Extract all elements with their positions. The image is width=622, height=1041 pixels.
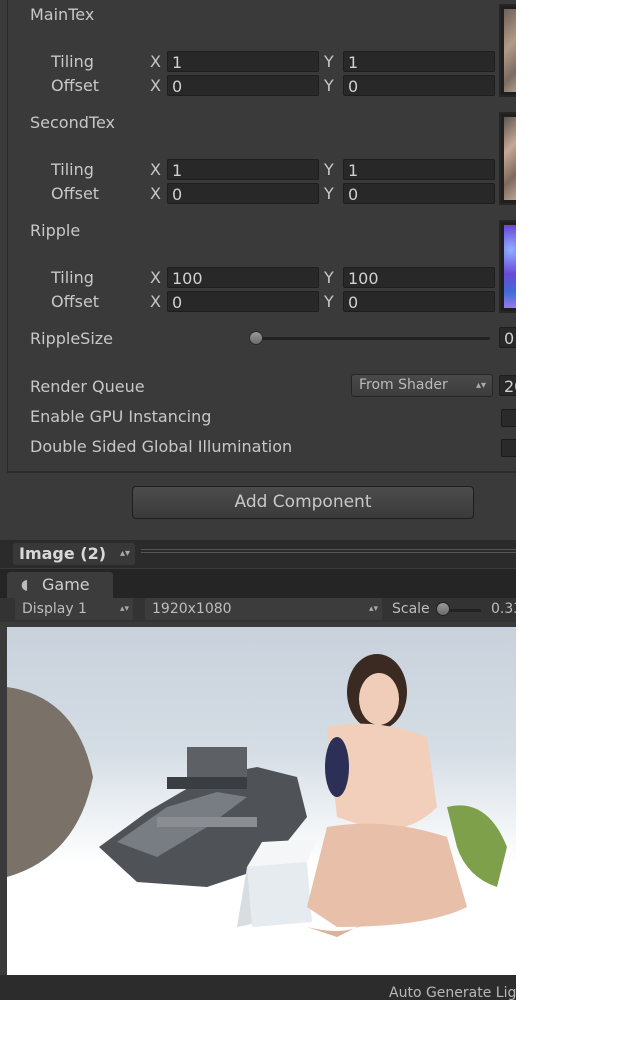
- secondtex-offset-x-axis: X: [150, 184, 161, 203]
- updown-arrow-icon: ▴▾: [119, 604, 129, 614]
- ripplesize-slider-handle[interactable]: [249, 331, 263, 345]
- ripple-tiling-label: Tiling: [51, 268, 94, 287]
- resolution-dropdown[interactable]: 1920x1080 ▴▾: [145, 598, 382, 620]
- ripple-tiling-y-axis: Y: [324, 268, 334, 287]
- resolution-dropdown-value: 1920x1080: [152, 601, 232, 617]
- status-text: Auto Generate Lig: [389, 985, 516, 1000]
- secondtex-offset-label: Offset: [51, 184, 100, 203]
- gpu-instancing-label: Enable GPU Instancing: [30, 407, 212, 426]
- display-dropdown-value: Display 1: [22, 601, 87, 617]
- secondtex-tiling-y-axis: Y: [324, 160, 334, 179]
- ripple-tiling-x-field[interactable]: 100: [167, 267, 319, 288]
- maintex-offset-label: Offset: [51, 76, 100, 95]
- image-section-title-text: Image (2): [19, 544, 107, 563]
- scene-render: [7, 654, 507, 937]
- ripplesize-value-field[interactable]: 0: [499, 327, 516, 348]
- scale-label: Scale: [392, 601, 430, 617]
- maintex-tiling-x-axis: X: [150, 52, 161, 71]
- ripplesize-label: RippleSize: [30, 329, 114, 348]
- gpu-instancing-checkbox[interactable]: [501, 409, 516, 427]
- ripple-offset-y-field[interactable]: 0: [343, 291, 495, 312]
- secondtex-tiling-x-field[interactable]: 1: [167, 159, 319, 180]
- secondtex-offset-x-field[interactable]: 0: [167, 183, 319, 204]
- scale-slider-handle[interactable]: [436, 602, 450, 616]
- ripple-offset-x-field[interactable]: 0: [167, 291, 319, 312]
- render-queue-dropdown[interactable]: From Shader ▴▾: [351, 374, 493, 397]
- divider: [7, 471, 516, 473]
- pacman-icon: ◖: [21, 577, 29, 593]
- tab-game[interactable]: ◖ Game: [7, 572, 113, 598]
- render-queue-dropdown-value: From Shader: [359, 377, 448, 393]
- image-section-title[interactable]: Image (2) ▴▾: [13, 543, 135, 565]
- double-sided-gi-checkbox[interactable]: [501, 439, 516, 457]
- add-component-button[interactable]: Add Component: [132, 486, 474, 519]
- maintex-thumbnail: [504, 9, 516, 92]
- maintex-tiling-y-field[interactable]: 1: [343, 51, 495, 72]
- render-queue-label: Render Queue: [30, 377, 145, 396]
- ripple-offset-x-axis: X: [150, 292, 161, 311]
- updown-arrow-icon: ▴▾: [119, 548, 130, 559]
- maintex-tiling-x-field[interactable]: 1: [167, 51, 319, 72]
- ripple-offset-y-axis: Y: [324, 292, 334, 311]
- ripple-label: Ripple: [30, 221, 81, 240]
- ripplesize-slider-track[interactable]: [254, 337, 490, 340]
- render-queue-value-field[interactable]: 20: [499, 375, 516, 396]
- secondtex-tiling-label: Tiling: [51, 160, 94, 179]
- maintex-offset-y-axis: Y: [324, 76, 334, 95]
- double-sided-gi-label: Double Sided Global Illumination: [30, 437, 293, 456]
- game-viewport[interactable]: [7, 627, 516, 975]
- panel-border: [7, 0, 8, 472]
- updown-arrow-icon: ▴▾: [368, 604, 378, 614]
- maintex-tiling-y-axis: Y: [324, 52, 334, 71]
- maintex-label: MainTex: [30, 5, 95, 24]
- scene-cube: [247, 839, 317, 927]
- maintex-tiling-label: Tiling: [51, 52, 94, 71]
- maintex-offset-x-field[interactable]: 0: [167, 75, 319, 96]
- scale-value: 0.33: [491, 601, 516, 617]
- inspector-panel: MainTex Tiling X 1 Y 1 Offset X 0 Y 0 Se…: [0, 0, 516, 1000]
- maintex-offset-x-axis: X: [150, 76, 161, 95]
- updown-arrow-icon: ▴▾: [475, 380, 486, 391]
- secondtex-thumbnail: [504, 117, 516, 200]
- secondtex-offset-y-axis: Y: [324, 184, 334, 203]
- ripple-tiling-x-axis: X: [150, 268, 161, 287]
- scene-wall: [7, 687, 93, 877]
- panel-resize-grip[interactable]: [141, 549, 516, 553]
- ripple-tiling-y-field[interactable]: 100: [343, 267, 495, 288]
- tab-game-label: Game: [42, 575, 90, 594]
- display-dropdown[interactable]: Display 1 ▴▾: [15, 598, 133, 620]
- secondtex-label: SecondTex: [30, 113, 115, 132]
- ripple-texture-slot[interactable]: [499, 220, 516, 313]
- scene-characters: [307, 654, 507, 937]
- ripple-thumbnail: [504, 225, 516, 308]
- ripple-offset-label: Offset: [51, 292, 100, 311]
- secondtex-tiling-y-field[interactable]: 1: [343, 159, 495, 180]
- secondtex-offset-y-field[interactable]: 0: [343, 183, 495, 204]
- maintex-offset-y-field[interactable]: 0: [343, 75, 495, 96]
- maintex-texture-slot[interactable]: [499, 4, 516, 97]
- secondtex-texture-slot[interactable]: [499, 112, 516, 205]
- secondtex-tiling-x-axis: X: [150, 160, 161, 179]
